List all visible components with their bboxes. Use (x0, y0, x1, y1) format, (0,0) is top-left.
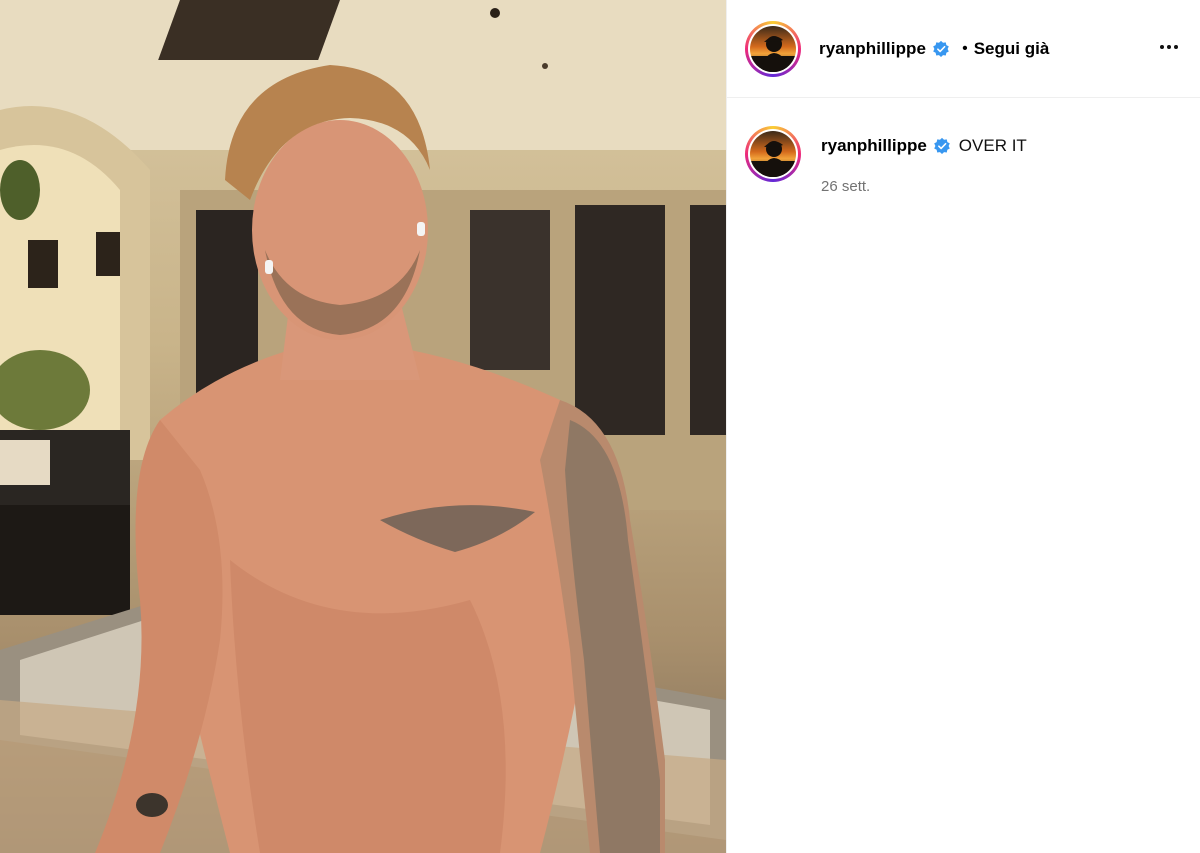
post-timestamp[interactable]: 26 sett. (821, 178, 1027, 195)
verified-badge-icon (934, 137, 950, 155)
more-options-icon[interactable] (1156, 34, 1182, 60)
avatar-image (750, 131, 796, 177)
post-side-panel: ryanphillippe • Segui già ryanphillippe … (726, 0, 1200, 853)
post-header: ryanphillippe • Segui già (727, 0, 1200, 98)
avatar-image (750, 25, 796, 72)
post-view: ryanphillippe • Segui già ryanphillippe … (0, 0, 1200, 853)
caption-text: OVER IT (958, 136, 1027, 155)
photo-illustration (0, 0, 726, 853)
post-caption: ryanphillippe OVER IT 26 sett. (727, 98, 1200, 195)
separator-dot: • (962, 39, 968, 57)
avatar-silhouette-icon (750, 141, 796, 177)
post-photo[interactable] (0, 0, 726, 853)
avatar-silhouette-icon (750, 35, 796, 72)
following-button[interactable]: Segui già (974, 39, 1050, 59)
caption-body: ryanphillippe OVER IT 26 sett. (821, 126, 1027, 195)
author-avatar[interactable] (745, 20, 801, 77)
caption-username[interactable]: ryanphillippe (821, 136, 927, 156)
verified-badge-icon (933, 40, 949, 57)
author-username[interactable]: ryanphillippe (819, 39, 926, 59)
caption-avatar[interactable] (745, 126, 801, 182)
